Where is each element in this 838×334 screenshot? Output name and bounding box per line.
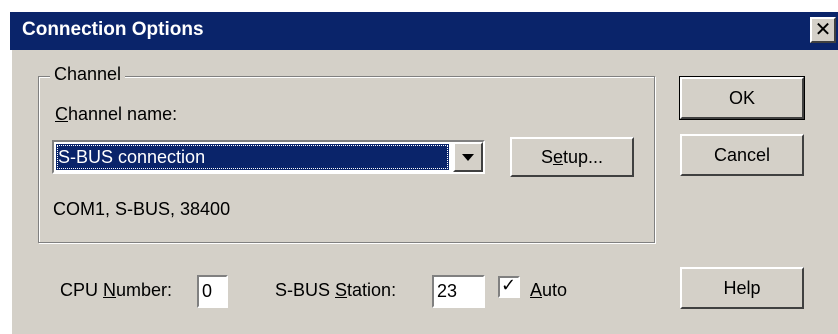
cancel-button[interactable]: Cancel [680, 134, 804, 176]
cpu-number-field[interactable]: 0 [197, 275, 228, 308]
close-icon: ✕ [814, 17, 832, 41]
checkmark-icon: ✓ [501, 275, 517, 296]
sbus-station-label: S-BUS Station: [275, 280, 397, 300]
channel-name-label: Channel name: [55, 104, 178, 124]
window-title: Connection Options [22, 19, 204, 40]
ok-button[interactable]: OK [679, 76, 805, 120]
sbus-station-field[interactable]: 23 [432, 275, 485, 308]
auto-label[interactable]: Auto [530, 280, 567, 301]
auto-checkbox[interactable]: ✓ [498, 275, 520, 298]
channel-name-selected-value: S-BUS connection [56, 144, 449, 170]
channel-name-dropdown[interactable]: S-BUS connection [52, 140, 485, 174]
setup-button[interactable]: Setup... [510, 137, 634, 177]
cpu-number-label: CPU Number: [60, 280, 173, 300]
help-button[interactable]: Help [680, 267, 804, 309]
channel-group-legend: Channel [50, 64, 126, 85]
close-button[interactable]: ✕ [810, 17, 836, 43]
chevron-down-icon[interactable] [453, 142, 483, 172]
channel-info-text: COM1, S-BUS, 38400 [53, 199, 231, 219]
